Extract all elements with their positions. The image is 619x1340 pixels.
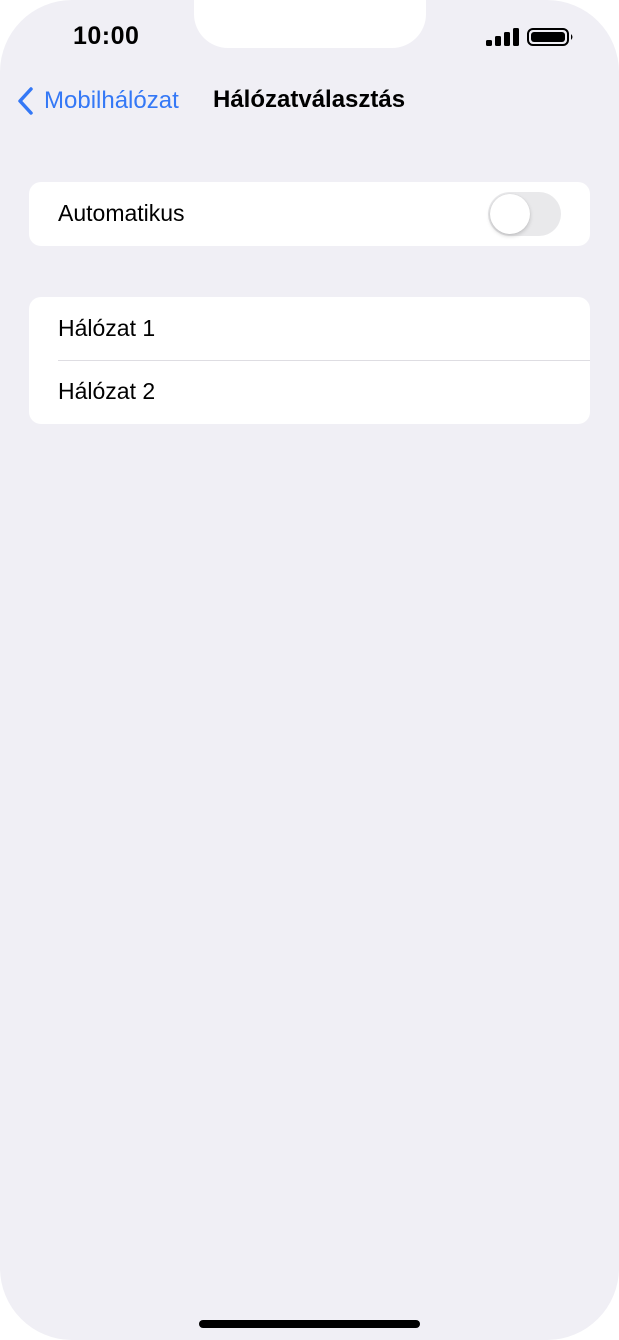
chevron-left-icon [18, 87, 33, 115]
automatic-row: Automatikus [29, 182, 590, 245]
cellular-signal-icon [486, 28, 519, 46]
back-button[interactable]: Mobilhálózat [16, 84, 179, 118]
automatic-group: Automatikus [29, 182, 590, 246]
network-item-label: Hálózat 2 [58, 378, 156, 404]
home-indicator[interactable] [199, 1320, 420, 1328]
battery-icon [527, 28, 573, 46]
network-item-1[interactable]: Hálózat 1 [29, 297, 590, 360]
phone-screen: 10:00 Mobilhálózat Hálózatválasztás Auto… [0, 0, 619, 1340]
network-item-label: Hálózat 1 [58, 315, 156, 341]
back-button-label: Mobilhálózat [44, 87, 179, 114]
network-list: Hálózat 1 Hálózat 2 [29, 297, 590, 424]
status-time: 10:00 [73, 22, 140, 50]
toggle-knob [490, 194, 530, 234]
page-title: Hálózatválasztás [213, 86, 406, 113]
automatic-label: Automatikus [58, 200, 185, 226]
notch [194, 0, 426, 48]
network-item-2[interactable]: Hálózat 2 [29, 360, 590, 423]
automatic-toggle[interactable] [488, 192, 561, 236]
